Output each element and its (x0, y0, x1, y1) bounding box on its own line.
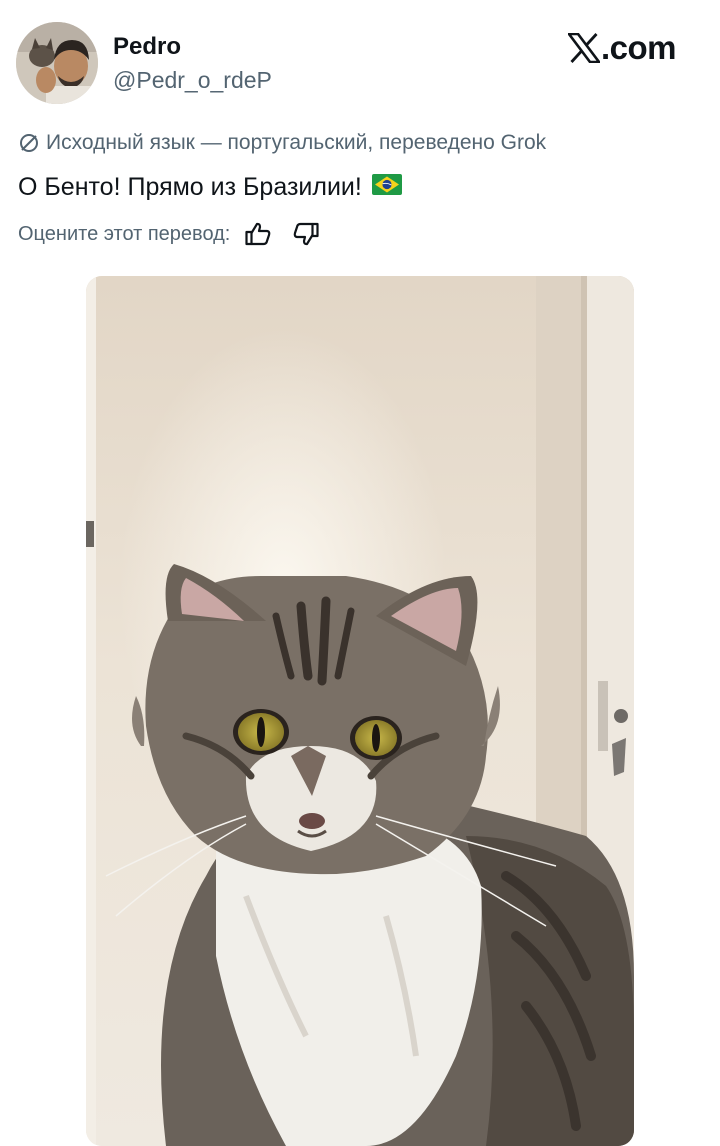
thumbs-down-icon (294, 222, 319, 246)
tweet-text-content: О Бенто! Прямо из Бразилии! (18, 173, 362, 201)
rate-translation: Оцените этот перевод: (18, 218, 320, 250)
tweet-text: О Бенто! Прямо из Бразилии! (18, 170, 402, 204)
tweet-photo[interactable] (86, 276, 634, 1146)
author-handle[interactable]: @Pedr_o_rdeP (113, 66, 272, 94)
brazil-flag-icon (371, 171, 402, 203)
tabby-cat-photo (86, 276, 634, 1146)
site-domain: .com (601, 29, 677, 66)
thumbs-up-button[interactable] (244, 221, 272, 247)
x-logo-icon (568, 33, 600, 63)
rate-prompt: Оцените этот перевод: (18, 222, 231, 245)
thumbs-down-button[interactable] (292, 221, 320, 247)
thumbs-up-icon (245, 222, 271, 246)
translate-icon (18, 132, 40, 154)
site-brand: .com (568, 28, 677, 68)
author-avatar[interactable] (16, 22, 98, 104)
translation-notice-text: Исходный язык — португальский, переведен… (46, 131, 547, 154)
translation-notice: Исходный язык — португальский, переведен… (18, 128, 546, 158)
author-name[interactable]: Pedro (113, 33, 181, 61)
avatar-photo (16, 22, 98, 104)
